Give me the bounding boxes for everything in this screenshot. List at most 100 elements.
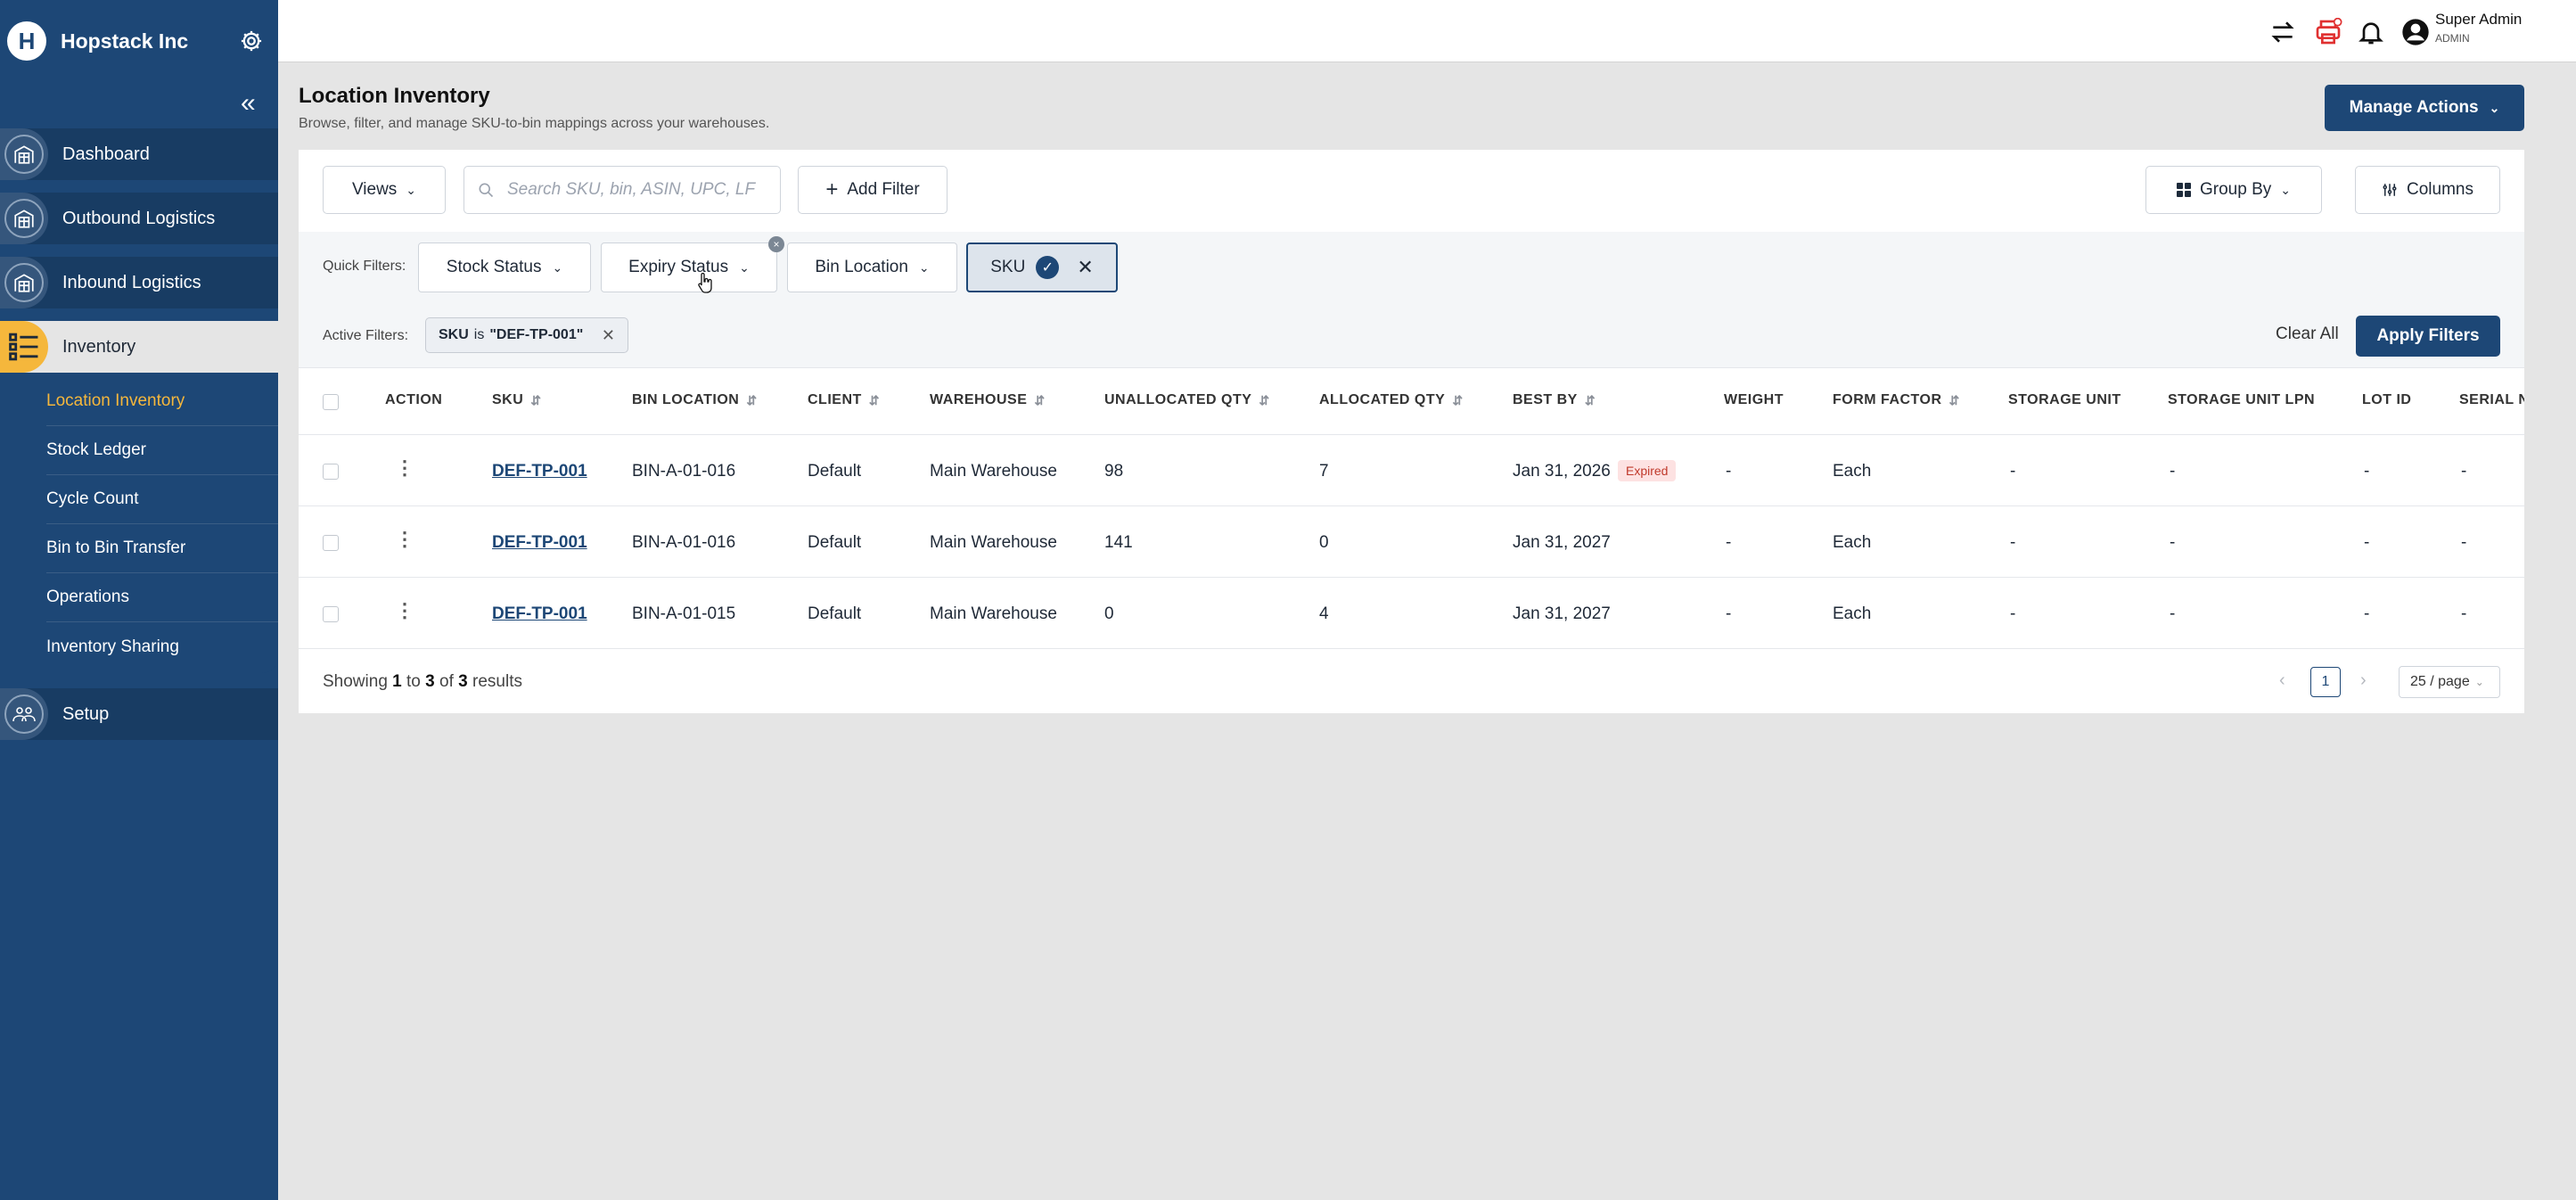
sidebar-item-label: Dashboard [62,144,150,164]
user-name[interactable]: Super Admin [2435,11,2522,29]
expired-badge: Expired [1618,460,1677,481]
chevron-down-icon: ⌄ [552,259,563,275]
results-to: 3 [425,672,435,691]
next-page-icon[interactable]: › [2360,670,2367,691]
sort-icon[interactable]: ⇵ [1259,393,1269,408]
more-actions-icon[interactable]: ⋮ [395,528,414,551]
sku-link[interactable]: DEF-TP-001 [492,462,587,481]
sidebar-item-inventory[interactable]: Inventory [0,321,278,373]
collapse-sidebar-icon[interactable]: « [241,90,256,117]
client-cell: Default [808,533,862,552]
sidebar-item-outbound-logistics[interactable]: Outbound Logistics [0,193,278,244]
storage-unit-lpn-cell: - [2170,604,2176,623]
page-title: Location Inventory [299,84,490,108]
submenu-item-bin-to-bin-transfer[interactable]: Bin to Bin Transfer [46,524,278,573]
column-header-best-by[interactable]: BEST BY ⇵ [1513,392,1596,408]
results-from: 1 [392,672,402,691]
sort-icon[interactable]: ⇵ [746,393,757,408]
column-header-bin-location[interactable]: BIN LOCATION ⇵ [632,392,758,408]
sidebar: H Hopstack Inc « Dashboard Outbound Logi… [0,0,278,1200]
sort-icon[interactable]: ⇵ [1452,393,1463,408]
plus-icon: + [825,177,839,201]
search-icon [479,183,494,198]
gear-icon[interactable] [239,29,264,53]
expiry-status-filter[interactable]: Expiry Status ⌄ [601,242,777,292]
page-size-value: 25 / page [2410,674,2470,689]
sort-icon[interactable]: ⇵ [1585,393,1596,408]
sku-link[interactable]: DEF-TP-001 [492,604,587,624]
brand-logo: H [7,21,46,61]
sort-icon[interactable]: ⇵ [1949,393,1960,408]
bin-location-filter[interactable]: Bin Location ⌄ [787,242,957,292]
more-actions-icon[interactable]: ⋮ [395,599,414,622]
client-cell: Default [808,462,862,481]
chevron-down-icon: ⌄ [918,259,930,275]
storage-unit-lpn-cell: - [2170,462,2176,481]
group-by-button[interactable]: Group By ⌄ [2145,166,2322,214]
chevron-down-icon: ⌄ [2474,676,2484,688]
header-label: CLIENT [808,392,862,407]
manage-actions-label: Manage Actions [2349,98,2479,117]
header-label: ALLOCATED QTY [1319,392,1446,407]
user-avatar-icon[interactable] [2401,18,2430,46]
submenu-item-stock-ledger[interactable]: Stock Ledger [46,426,278,475]
page-size-select[interactable]: 25 / page ⌄ [2399,666,2500,698]
column-header-client[interactable]: CLIENT ⇵ [808,392,880,408]
row-checkbox[interactable] [323,606,339,622]
warehouse-cell: Main Warehouse [930,533,1057,552]
switch-arrows-icon[interactable] [2268,18,2297,46]
column-header-storage-unit-lpn: STORAGE UNIT LPN [2168,392,2315,408]
sidebar-item-inbound-logistics[interactable]: Inbound Logistics [0,257,278,308]
sidebar-item-label: Outbound Logistics [62,208,216,228]
clear-all-button[interactable]: Clear All [2276,325,2339,344]
columns-label: Columns [2407,180,2473,199]
bin-location-cell: BIN-A-01-015 [632,604,736,623]
close-icon[interactable]: ✕ [602,326,615,345]
search-input[interactable]: Search SKU, bin, ASIN, UPC, LF [464,166,781,214]
stock-status-filter[interactable]: Stock Status ⌄ [418,242,591,292]
more-actions-icon[interactable]: ⋮ [395,456,414,480]
column-header-sku[interactable]: SKU ⇵ [492,392,542,408]
column-header-form-factor[interactable]: FORM FACTOR ⇵ [1833,392,1960,408]
unallocated-qty-cell: 98 [1104,462,1124,481]
row-checkbox[interactable] [323,535,339,551]
columns-button[interactable]: Columns [2355,166,2500,214]
sort-icon[interactable]: ⇵ [530,393,541,408]
best-by-cell: Jan 31, 2027 [1513,533,1611,552]
manage-actions-button[interactable]: Manage Actions ⌄ [2325,85,2524,131]
page-number-button[interactable]: 1 [2310,667,2341,697]
submenu-item-operations[interactable]: Operations [46,573,278,622]
printer-icon[interactable] [2314,18,2342,46]
column-header-warehouse[interactable]: WAREHOUSE ⇵ [930,392,1046,408]
remove-filter-icon[interactable]: × [768,236,784,252]
column-header-allocated-qty[interactable]: ALLOCATED QTY ⇵ [1319,392,1464,408]
column-header-action: ACTION [385,392,442,408]
submenu-item-inventory-sharing[interactable]: Inventory Sharing [46,622,278,671]
column-header-unallocated-qty[interactable]: UNALLOCATED QTY ⇵ [1104,392,1270,408]
previous-page-icon[interactable]: ‹ [2279,670,2285,691]
views-button[interactable]: Views ⌄ [323,166,446,214]
sidebar-item-setup[interactable]: Setup [0,688,278,740]
sidebar-item-dashboard[interactable]: Dashboard [0,128,278,180]
row-checkbox[interactable] [323,464,339,480]
showing-text: Showing [323,672,388,691]
apply-filters-button[interactable]: Apply Filters [2356,316,2500,357]
results-total: 3 [458,672,468,691]
add-filter-button[interactable]: + Add Filter [798,166,948,214]
select-all-checkbox[interactable] [323,394,339,410]
sku-filter[interactable]: SKU ✓ ✕ [966,242,1118,292]
sort-icon[interactable]: ⇵ [1034,393,1045,408]
storage-unit-cell: - [2010,462,2016,481]
sort-icon[interactable]: ⇵ [869,393,880,408]
header-label: WAREHOUSE [930,392,1028,407]
brand[interactable]: H Hopstack Inc [7,21,188,61]
close-icon[interactable]: ✕ [1077,256,1093,279]
header-label: SKU [492,392,524,407]
submenu-item-cycle-count[interactable]: Cycle Count [46,475,278,524]
hand-cursor-icon [698,273,712,293]
submenu-item-location-inventory[interactable]: Location Inventory [46,377,278,426]
active-filter-chip[interactable]: SKU is "DEF-TP-001" ✕ [425,317,628,353]
bell-icon[interactable] [2357,18,2385,46]
sliders-icon [2383,184,2397,196]
sku-link[interactable]: DEF-TP-001 [492,533,587,553]
